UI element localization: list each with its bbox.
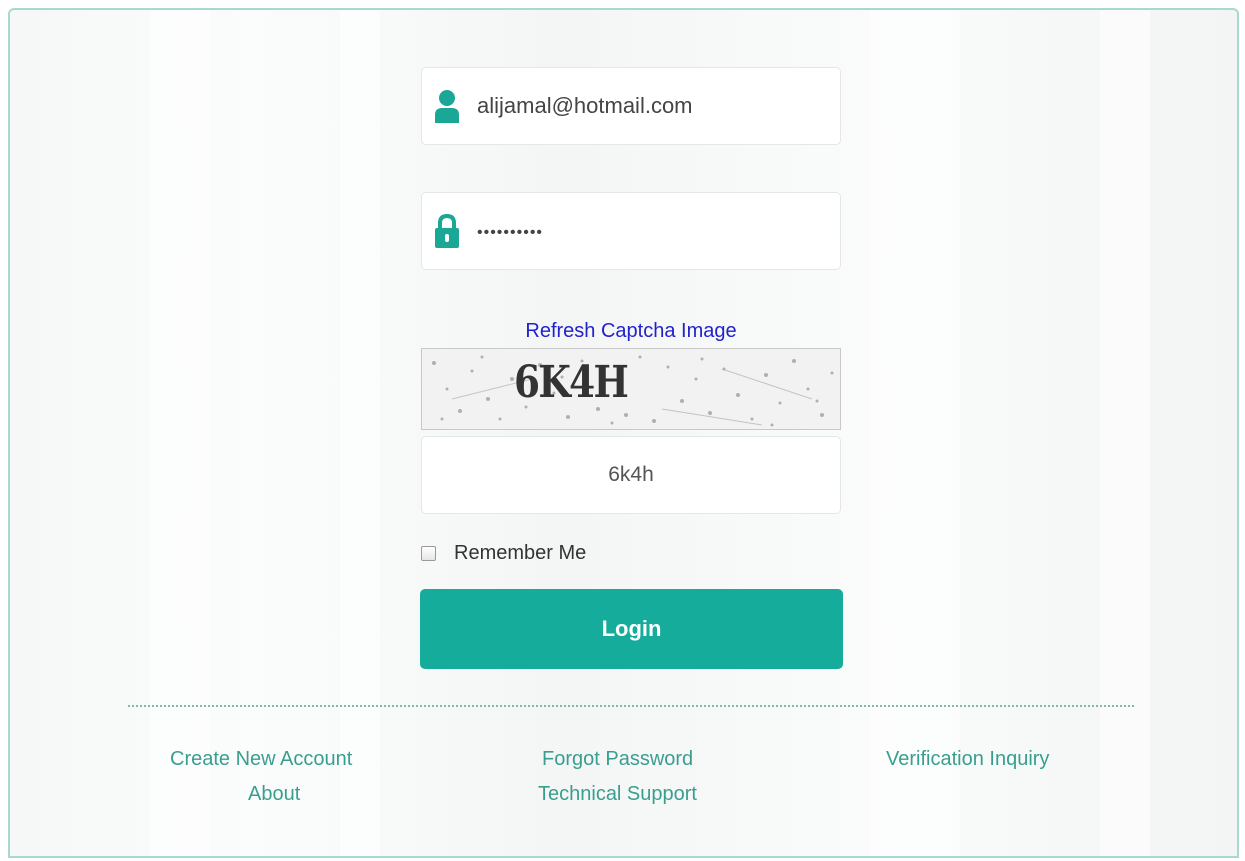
about-link[interactable]: About <box>248 783 300 806</box>
captcha-input[interactable]: 6k4h <box>421 436 841 514</box>
remember-me-checkbox[interactable] <box>421 545 436 561</box>
lock-icon <box>434 213 460 249</box>
background-stripe <box>1100 10 1150 856</box>
background-stripe <box>340 10 380 856</box>
username-field[interactable]: alijamal@hotmail.com <box>421 67 841 145</box>
verification-inquiry-link[interactable]: Verification Inquiry <box>886 748 1049 771</box>
remember-me-label: Remember Me <box>454 541 587 564</box>
refresh-captcha-link[interactable]: Refresh Captcha Image <box>421 320 841 343</box>
forgot-password-link[interactable]: Forgot Password <box>542 748 693 771</box>
create-account-link[interactable]: Create New Account <box>170 748 352 771</box>
password-value: •••••••••• <box>477 224 544 241</box>
login-panel: alijamal@hotmail.com •••••••••• Refresh … <box>8 8 1239 858</box>
remember-me[interactable]: Remember Me <box>421 540 586 566</box>
footer-divider <box>128 705 1134 707</box>
login-button[interactable]: Login <box>420 589 843 669</box>
captcha-text: 6K4H <box>514 357 629 408</box>
password-field[interactable]: •••••••••• <box>421 192 841 270</box>
background-stripe <box>150 10 210 856</box>
background-stripe <box>870 10 960 856</box>
technical-support-link[interactable]: Technical Support <box>538 783 697 806</box>
user-icon <box>434 88 460 124</box>
username-value: alijamal@hotmail.com <box>477 93 693 118</box>
captcha-image: 6K4H <box>421 348 841 430</box>
